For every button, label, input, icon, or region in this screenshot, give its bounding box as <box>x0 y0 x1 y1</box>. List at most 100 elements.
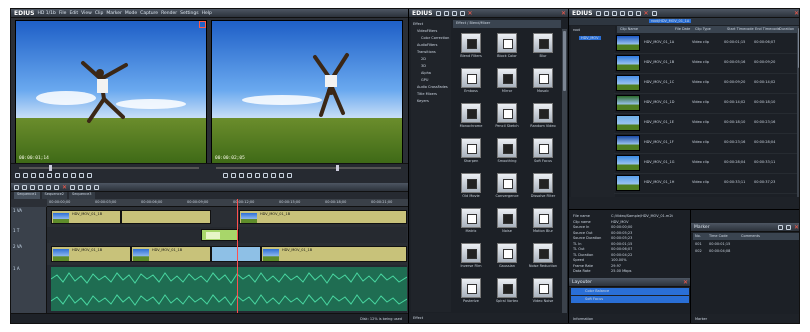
bin-clip-row[interactable]: HDV_MOV_01_1E Video clip 00:00:18;10 00:00:… <box>614 113 797 134</box>
col-file-date[interactable]: File Date <box>675 27 690 31</box>
timeline-clip[interactable]: HDV_MOV_01_1B <box>131 246 211 262</box>
title-clip[interactable] <box>201 229 239 241</box>
timeline-clip[interactable]: HDV_MOV_01_1B <box>51 246 131 262</box>
effect-tree-item[interactable]: Audio CrossFades <box>417 85 448 89</box>
rec-set-out-icon[interactable] <box>231 173 236 178</box>
save-icon[interactable] <box>30 184 35 190</box>
audio-waveform[interactable] <box>51 267 407 311</box>
menu-project[interactable]: HD 1/1b <box>38 11 56 16</box>
layouter-delete-icon[interactable]: ✕ <box>683 279 688 286</box>
menu-edit[interactable]: Edit <box>69 11 78 16</box>
effect-close-icon[interactable]: ✕ <box>561 10 566 17</box>
set-out-icon[interactable] <box>23 173 28 178</box>
play-icon[interactable] <box>47 173 52 178</box>
marker-row[interactable]: 001 00:00:01;15 <box>693 241 799 248</box>
effect-tree-item[interactable]: Alpha <box>421 71 431 75</box>
rewind-icon[interactable] <box>31 173 36 178</box>
cut-icon[interactable] <box>54 184 59 190</box>
rec-play-icon[interactable] <box>255 173 260 178</box>
open-icon[interactable] <box>22 184 27 190</box>
rec-loop-icon[interactable] <box>279 173 284 178</box>
effect-tile[interactable] <box>461 243 481 263</box>
effect-tree-icon[interactable] <box>435 10 441 16</box>
marker-add-icon[interactable] <box>777 224 783 230</box>
set-in-icon[interactable] <box>15 173 20 178</box>
marker-delete-icon[interactable]: ✕ <box>794 224 799 231</box>
snap-icon[interactable] <box>78 184 84 190</box>
fast-forward-icon[interactable] <box>63 173 68 178</box>
effect-tile[interactable] <box>497 103 517 123</box>
bin-clip-row[interactable]: HDV_MOV_01_1D Video clip 00:00:14;02 00:00:… <box>614 93 797 114</box>
timeline-clip[interactable]: HDV_MOV_01_1B <box>51 210 121 224</box>
effect-tile[interactable] <box>533 33 553 53</box>
player-monitor[interactable]: 00:00:01;14 <box>15 20 207 164</box>
bin-clip-row[interactable]: HDV_MOV_01_1G Video clip 00:00:28;04 00:00:… <box>614 153 797 174</box>
recorder-scrubber[interactable] <box>216 165 401 171</box>
bin-clip-row[interactable]: HDV_MOV_01_1F Video clip 00:00:23;16 00:00:… <box>614 133 797 154</box>
player-scrubber[interactable] <box>19 165 199 171</box>
layer-row[interactable]: Color Balance <box>571 288 689 295</box>
render-icon[interactable] <box>86 184 92 190</box>
recorder-monitor[interactable]: 00:00:02;05 <box>211 20 403 164</box>
effect-tile[interactable] <box>533 278 553 298</box>
col-end-tc[interactable]: End Timecode <box>755 27 780 31</box>
menu-view[interactable]: View <box>81 11 92 16</box>
bin-view-icon[interactable] <box>651 10 657 16</box>
bin-tree-folder[interactable]: HDV_MOV <box>579 36 601 40</box>
menu-mode[interactable]: Mode <box>125 11 137 16</box>
bin-tree-root[interactable]: root <box>573 28 580 32</box>
col-start-tc[interactable]: Start Timecode <box>727 27 754 31</box>
bin-open-icon[interactable] <box>619 10 625 16</box>
ripple-icon[interactable] <box>70 184 76 190</box>
zoom-icon[interactable] <box>94 184 100 190</box>
bin-add-icon[interactable] <box>627 10 633 16</box>
marker-row[interactable]: 002 00:00:04;08 <box>693 248 799 255</box>
tab-sequence1[interactable]: Sequence1 <box>14 192 40 199</box>
menu-marker[interactable]: Marker <box>106 11 122 16</box>
menu-help[interactable]: Help <box>202 11 212 16</box>
menu-file[interactable]: File <box>59 11 67 16</box>
bin-clip-row[interactable]: HDV_MOV_01_1C Video clip 00:00:09;20 00:00:… <box>614 73 797 94</box>
bin-copy-icon[interactable] <box>635 10 641 16</box>
marker-prev-icon[interactable] <box>785 224 791 230</box>
effect-tree-item[interactable]: Keyers <box>417 99 429 103</box>
bin-scrollbar[interactable] <box>797 26 799 197</box>
bin-close-icon[interactable]: ✕ <box>794 10 799 17</box>
menu-clip[interactable]: Clip <box>95 11 104 16</box>
tab-sequence3[interactable]: Sequence3 <box>69 192 95 199</box>
effect-tree-item[interactable]: Title Mixers <box>417 92 437 96</box>
new-sequence-icon[interactable] <box>14 184 19 190</box>
effect-tile[interactable] <box>497 33 517 53</box>
bin-clip-row[interactable]: HDV_MOV_01_1B Video clip 00:00:05;16 00:00:… <box>614 53 797 74</box>
effect-tile[interactable] <box>497 278 517 298</box>
effect-tile[interactable] <box>533 208 553 228</box>
effect-scrollbar[interactable] <box>562 29 567 313</box>
effect-view-icon[interactable] <box>459 10 465 16</box>
col-clip-name[interactable]: Clip Name <box>620 27 638 31</box>
rec-step-forward-icon[interactable] <box>263 173 268 178</box>
bin-clip-row[interactable]: HDV_MOV_01_1H Video clip 00:00:33;11 00:00:… <box>614 173 797 194</box>
effect-tree-item[interactable]: Color Correction <box>421 36 449 40</box>
delete-icon[interactable]: ✕ <box>62 184 67 191</box>
effect-tile[interactable] <box>461 173 481 193</box>
effect-tile[interactable] <box>461 278 481 298</box>
timeline-cursor[interactable] <box>237 199 238 313</box>
effect-folder-icon[interactable] <box>451 10 457 16</box>
effect-tree-root[interactable]: Effect <box>413 22 423 26</box>
layer-color-balance[interactable]: Color Balance <box>585 289 609 293</box>
effect-tile[interactable] <box>533 173 553 193</box>
bin-search-icon[interactable] <box>611 10 617 16</box>
effect-tree-item[interactable]: 3D <box>421 64 426 68</box>
effect-tree-item[interactable]: VideoFilters <box>417 29 437 33</box>
effect-up-icon[interactable] <box>443 10 449 16</box>
timeline-clip[interactable] <box>121 210 211 224</box>
effect-tile[interactable] <box>461 208 481 228</box>
effect-tile[interactable] <box>461 103 481 123</box>
effect-tile[interactable] <box>497 208 517 228</box>
track-1t-header[interactable]: 1 T <box>11 227 47 243</box>
track-1a-header[interactable]: 1 A <box>11 265 47 313</box>
effect-tile[interactable] <box>497 138 517 158</box>
effect-tile[interactable] <box>533 243 553 263</box>
marker-col-timecode[interactable]: Time Code <box>709 234 728 238</box>
menu-render[interactable]: Render <box>161 11 177 16</box>
